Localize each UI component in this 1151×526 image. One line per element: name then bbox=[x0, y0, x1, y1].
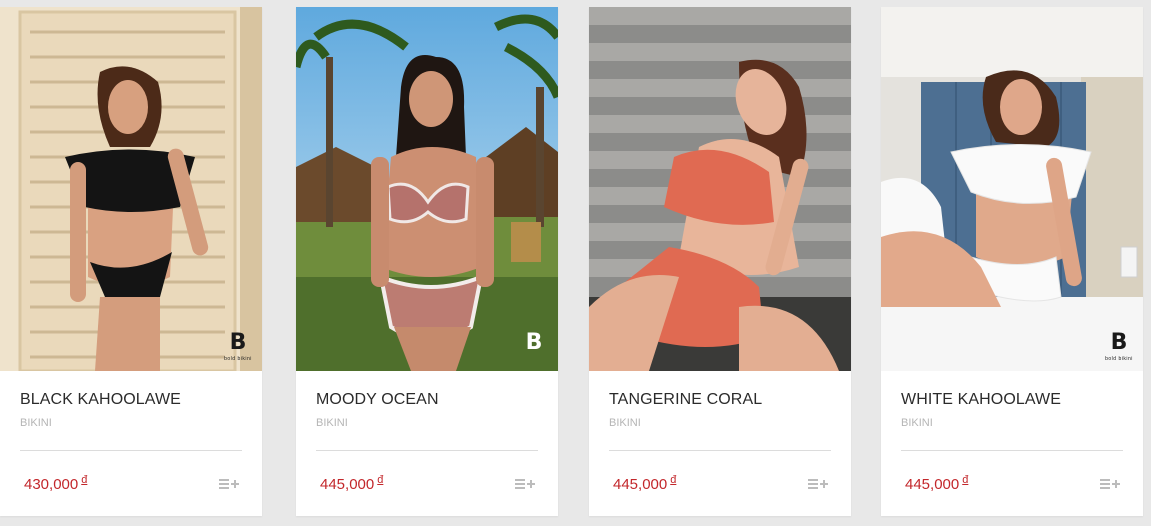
product-name[interactable]: TANGERINE CORAL bbox=[609, 391, 762, 409]
product-category: BIKINI bbox=[901, 417, 933, 429]
product-image[interactable]: B bold bikini bbox=[0, 7, 262, 371]
product-name[interactable]: BLACK KAHOOLAWE bbox=[20, 391, 181, 409]
divider bbox=[316, 450, 538, 451]
product-name[interactable]: WHITE KAHOOLAWE bbox=[901, 391, 1061, 409]
product-card-tangerine-coral[interactable]: TANGERINE CORAL BIKINI 445,000 đ bbox=[589, 7, 851, 516]
product-image[interactable]: B bold bikini bbox=[881, 7, 1143, 371]
add-to-list-icon[interactable] bbox=[807, 477, 829, 491]
product-category: BIKINI bbox=[20, 417, 52, 429]
product-image[interactable]: B bbox=[296, 7, 558, 371]
divider bbox=[20, 450, 242, 451]
brand-logo: B bbox=[525, 330, 543, 355]
product-category: BIKINI bbox=[316, 417, 348, 429]
brand-logo: B bold bikini bbox=[1105, 330, 1133, 363]
product-name[interactable]: MOODY OCEAN bbox=[316, 391, 439, 409]
product-price: 445,000 đ bbox=[905, 474, 969, 493]
product-card-black-kahoolawe[interactable]: B bold bikini BLACK KAHOOLAWE BIKINI 430… bbox=[0, 7, 262, 516]
add-to-list-icon[interactable] bbox=[514, 477, 536, 491]
divider bbox=[609, 450, 831, 451]
brand-logo: B bold bikini bbox=[224, 330, 252, 363]
product-image[interactable] bbox=[589, 7, 851, 371]
product-price: 445,000 đ bbox=[613, 474, 677, 493]
product-card-moody-ocean[interactable]: B MOODY OCEAN BIKINI 445,000 đ bbox=[296, 7, 558, 516]
product-category: BIKINI bbox=[609, 417, 641, 429]
divider bbox=[901, 450, 1123, 451]
product-price: 445,000 đ bbox=[320, 474, 384, 493]
add-to-list-icon[interactable] bbox=[1099, 477, 1121, 491]
product-price: 430,000 đ bbox=[24, 474, 88, 493]
product-card-white-kahoolawe[interactable]: B bold bikini WHITE KAHOOLAWE BIKINI 445… bbox=[881, 7, 1143, 516]
add-to-list-icon[interactable] bbox=[218, 477, 240, 491]
